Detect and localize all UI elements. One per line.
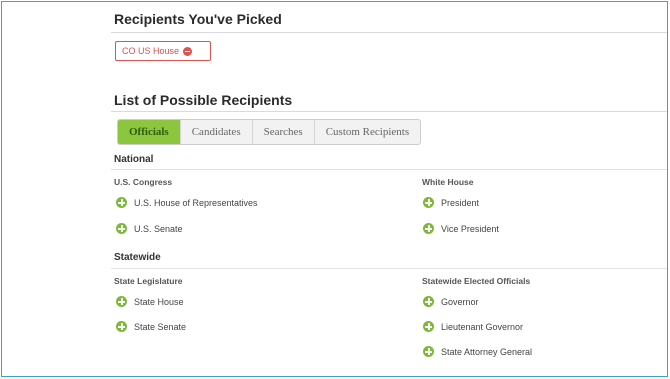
divider xyxy=(111,111,667,112)
item-label: U.S. House of Representatives xyxy=(134,197,258,208)
item-label: State Senate xyxy=(134,321,187,332)
possible-title: List of Possible Recipients xyxy=(114,92,293,108)
add-lieutenant-governor[interactable]: Lieutenant Governor xyxy=(423,321,523,332)
picked-title: Recipients You've Picked xyxy=(114,11,282,27)
group-title-us-congress: U.S. Congress xyxy=(114,177,173,187)
picked-chip-co-us-house[interactable]: CO US House xyxy=(115,41,211,61)
tab-searches[interactable]: Searches xyxy=(253,120,315,144)
add-us-house-of-representatives[interactable]: U.S. House of Representatives xyxy=(116,197,258,208)
item-label: President xyxy=(441,197,480,208)
add-circle-icon xyxy=(423,321,434,332)
chip-label: CO US House xyxy=(122,46,180,56)
add-circle-icon xyxy=(116,321,127,332)
group-title-statewide-elected-officials: Statewide Elected Officials xyxy=(422,276,531,286)
add-state-house[interactable]: State House xyxy=(116,296,184,307)
tab-custom-recipients[interactable]: Custom Recipients xyxy=(315,120,420,144)
group-title-white-house: White House xyxy=(422,177,474,187)
add-circle-icon xyxy=(116,296,127,307)
section-title-statewide: Statewide xyxy=(114,252,161,263)
tab-officials[interactable]: Officials xyxy=(118,120,181,144)
tab-candidates[interactable]: Candidates xyxy=(181,120,253,144)
recipient-tabs: Officials Candidates Searches Custom Rec… xyxy=(117,119,422,145)
group-title-state-legislature: State Legislature xyxy=(114,276,183,286)
item-label: U.S. Senate xyxy=(134,223,183,234)
add-circle-icon xyxy=(423,346,434,357)
add-circle-icon xyxy=(423,223,434,234)
item-label: Vice President xyxy=(441,223,499,234)
add-vice-president[interactable]: Vice President xyxy=(423,223,499,234)
item-label: State House xyxy=(134,296,184,307)
section-title-national: National xyxy=(114,154,154,165)
item-label: Lieutenant Governor xyxy=(441,321,524,332)
add-president[interactable]: President xyxy=(423,197,479,208)
add-circle-icon xyxy=(423,296,434,307)
add-state-attorney-general[interactable]: State Attorney General xyxy=(423,346,532,357)
add-us-senate[interactable]: U.S. Senate xyxy=(116,223,183,234)
recipients-panel: Recipients You've Picked CO US House Lis… xyxy=(111,0,667,376)
add-governor[interactable]: Governor xyxy=(423,296,479,307)
add-circle-icon xyxy=(116,197,127,208)
divider xyxy=(111,32,667,33)
add-state-senate[interactable]: State Senate xyxy=(116,321,186,332)
section-divider xyxy=(111,268,667,269)
item-label: State Attorney General xyxy=(441,346,533,357)
section-divider xyxy=(111,169,667,170)
add-circle-icon xyxy=(116,223,127,234)
add-circle-icon xyxy=(423,197,434,208)
item-label: Governor xyxy=(441,296,479,307)
remove-circle-icon[interactable] xyxy=(183,46,193,56)
